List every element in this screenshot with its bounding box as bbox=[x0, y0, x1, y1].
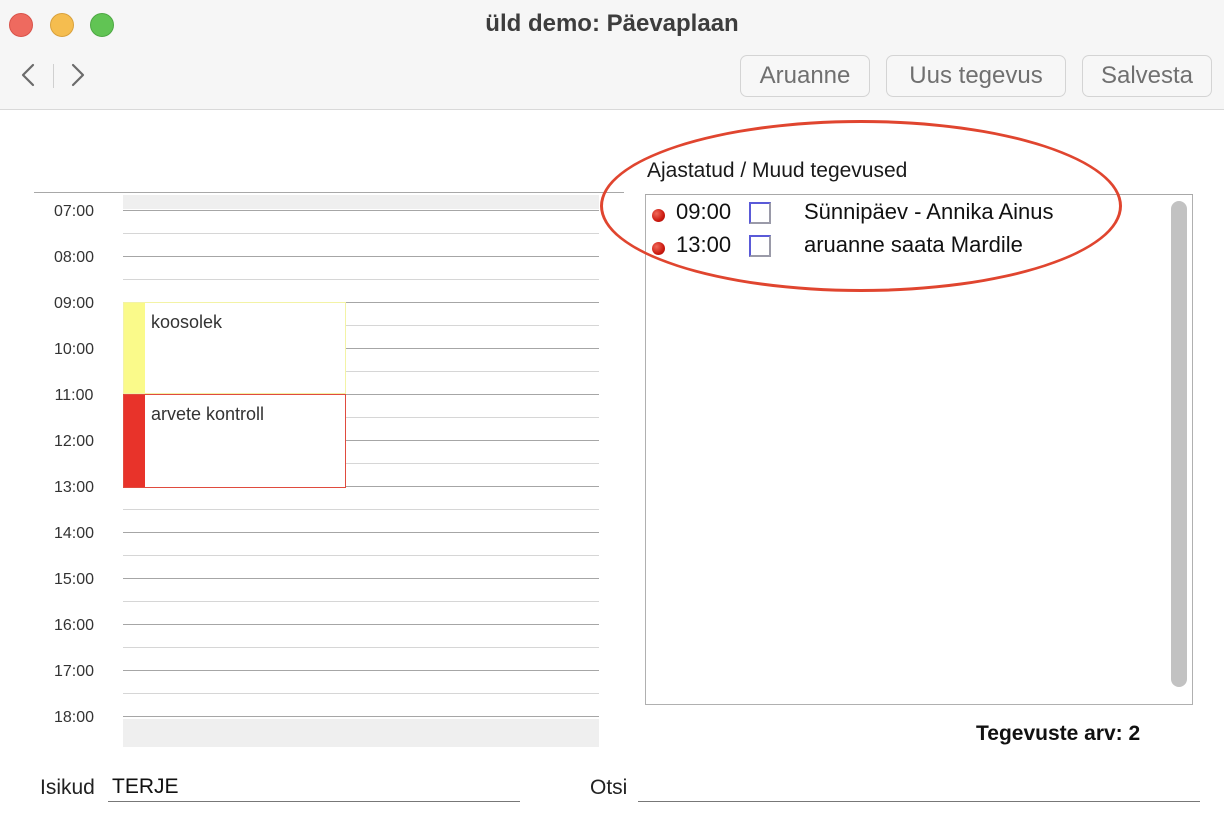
scrollbar-thumb[interactable] bbox=[1171, 201, 1187, 687]
calendar-event[interactable]: arvete kontroll bbox=[123, 394, 346, 488]
event-color-bar bbox=[124, 303, 145, 393]
hour-label: 14:00 bbox=[53, 525, 95, 542]
half-hour-gridline bbox=[123, 233, 599, 234]
hour-gridline bbox=[123, 624, 599, 625]
done-checkbox[interactable] bbox=[749, 202, 771, 224]
activity-title: Sünnipäev - Annika Ainus bbox=[804, 199, 1054, 224]
event-title: arvete kontroll bbox=[151, 404, 265, 424]
activity-row[interactable]: 13:00 aruanne saata Mardile bbox=[652, 232, 1172, 260]
hour-gridline bbox=[123, 256, 599, 257]
activity-count: Tegevuste arv: 2 bbox=[976, 722, 1141, 745]
off-hours-band-bottom bbox=[123, 719, 599, 747]
hour-label: 08:00 bbox=[53, 249, 95, 266]
off-hours-band-top bbox=[123, 195, 599, 209]
hour-label: 16:00 bbox=[53, 617, 95, 634]
window-title: üld demo: Päevaplaan bbox=[485, 10, 739, 37]
back-button[interactable] bbox=[15, 60, 41, 90]
half-hour-gridline bbox=[123, 279, 599, 280]
hour-gridline bbox=[123, 532, 599, 533]
activity-title: aruanne saata Mardile bbox=[804, 232, 1023, 257]
planner-top-divider bbox=[34, 192, 624, 193]
done-checkbox[interactable] bbox=[749, 235, 771, 257]
search-label: Otsi bbox=[590, 776, 628, 799]
hour-label: 10:00 bbox=[53, 341, 95, 358]
hour-label: 07:00 bbox=[53, 203, 95, 220]
new-activity-button[interactable]: Uus tegevus bbox=[886, 55, 1066, 97]
activities-heading: Ajastatud / Muud tegevused bbox=[647, 159, 908, 182]
half-hour-gridline bbox=[123, 647, 599, 648]
forward-button[interactable] bbox=[65, 60, 91, 90]
bullet-icon bbox=[652, 242, 665, 255]
report-button[interactable]: Aruanne bbox=[740, 55, 870, 97]
hour-gridline bbox=[123, 716, 599, 717]
day-schedule-grid[interactable]: koosolek arvete kontroll bbox=[123, 195, 599, 747]
hour-label: 18:00 bbox=[53, 709, 95, 726]
hour-label: 15:00 bbox=[53, 571, 95, 588]
activity-row[interactable]: 09:00 Sünnipäev - Annika Ainus bbox=[652, 199, 1172, 227]
search-input[interactable] bbox=[638, 772, 1200, 802]
save-button[interactable]: Salvesta bbox=[1082, 55, 1212, 97]
hour-gridline bbox=[123, 578, 599, 579]
hour-gridline bbox=[123, 670, 599, 671]
event-color-bar bbox=[124, 395, 145, 487]
hour-gridline bbox=[123, 210, 599, 211]
calendar-event[interactable]: koosolek bbox=[123, 302, 346, 394]
event-title: koosolek bbox=[151, 312, 223, 332]
bullet-icon bbox=[652, 209, 665, 222]
half-hour-gridline bbox=[123, 693, 599, 694]
activities-scrollbar[interactable] bbox=[1171, 201, 1187, 691]
chevron-right-icon bbox=[71, 63, 85, 87]
chevron-left-icon bbox=[21, 63, 35, 87]
activity-time: 13:00 bbox=[676, 232, 732, 257]
hour-label: 13:00 bbox=[53, 479, 95, 496]
half-hour-gridline bbox=[123, 555, 599, 556]
window-titlebar: üld demo: Päevaplaan Aruanne Uus tegevus… bbox=[0, 0, 1224, 110]
activity-time: 09:00 bbox=[676, 199, 732, 224]
activities-list[interactable] bbox=[645, 195, 1193, 705]
hour-label: 11:00 bbox=[54, 387, 94, 404]
persons-label: Isikud bbox=[40, 776, 95, 799]
persons-field[interactable] bbox=[108, 772, 520, 802]
hour-label: 17:00 bbox=[53, 663, 95, 680]
half-hour-gridline bbox=[123, 601, 599, 602]
nav-separator bbox=[53, 64, 54, 88]
hour-label: 12:00 bbox=[53, 433, 95, 450]
half-hour-gridline bbox=[123, 509, 599, 510]
hour-label: 09:00 bbox=[53, 295, 95, 312]
